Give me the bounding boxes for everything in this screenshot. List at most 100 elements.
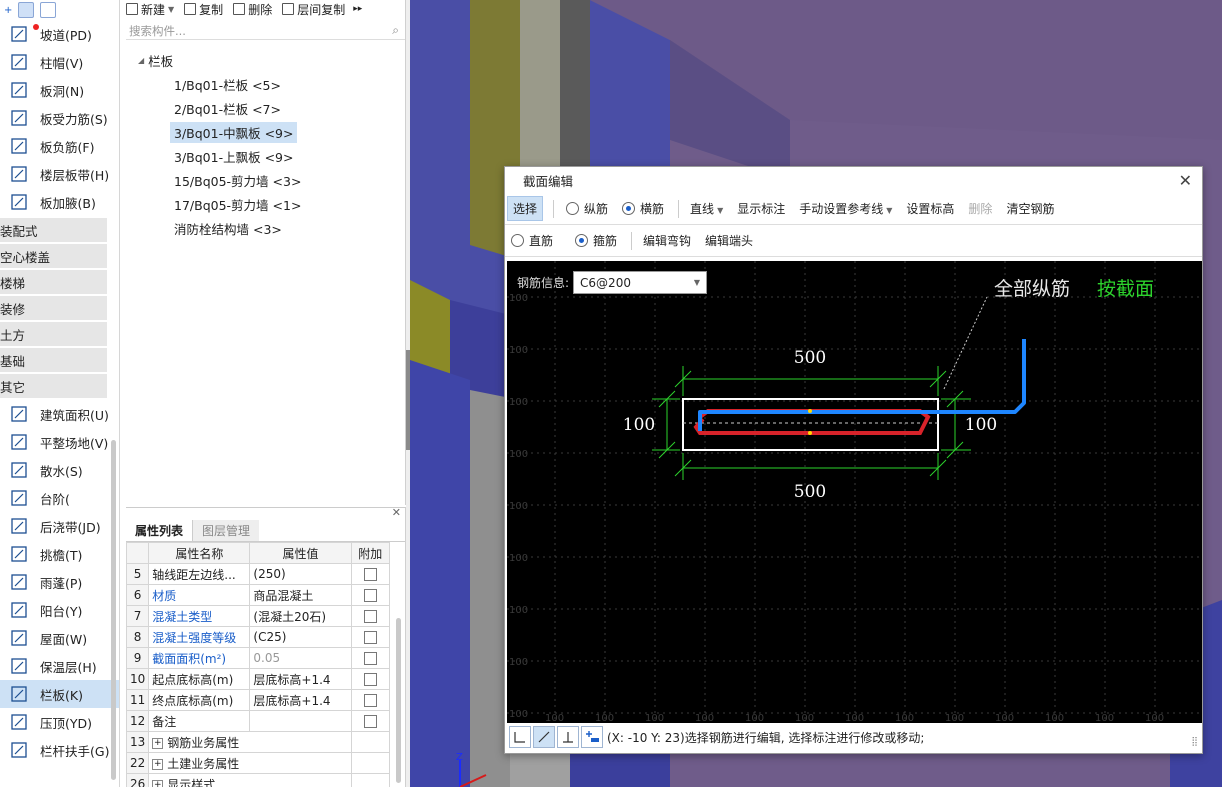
delete-button[interactable]: 删除 bbox=[233, 1, 272, 18]
sidebar-item[interactable]: 楼层板带(H) bbox=[0, 160, 119, 188]
component-search-input[interactable]: 搜索构件... ⌕ bbox=[126, 22, 405, 40]
table-row[interactable]: 9 截面面积(m²) 0.05 bbox=[125, 647, 391, 669]
rebar-point[interactable] bbox=[808, 409, 812, 413]
table-row[interactable]: 10 起点底标高(m) 层底标高+1.4 bbox=[125, 668, 391, 690]
stirrup-rebar[interactable] bbox=[693, 409, 931, 435]
perpendicular-icon[interactable] bbox=[557, 726, 579, 748]
tree-node[interactable]: 3/Bq01-上飘板 <9> bbox=[126, 144, 405, 168]
dim-text-bottom[interactable]: 500 bbox=[794, 482, 826, 502]
sidebar-category[interactable]: 土方 bbox=[0, 322, 107, 346]
tree-node[interactable]: 1/Bq01-栏板 <5> bbox=[126, 72, 405, 96]
properties-scrollbar[interactable] bbox=[396, 618, 401, 783]
dim-text-right[interactable]: 100 bbox=[965, 415, 997, 435]
sidebar-item[interactable]: 柱帽(V) bbox=[0, 48, 119, 76]
show-dimension-button[interactable]: 显示标注 bbox=[732, 197, 790, 220]
expand-icon[interactable]: + bbox=[152, 758, 164, 770]
longitudinal-radio[interactable]: 纵筋 bbox=[566, 200, 608, 217]
table-group-row[interactable]: 13 + 钢筋业务属性 bbox=[125, 731, 391, 753]
extra-checkbox[interactable] bbox=[363, 589, 377, 602]
expand-icon[interactable]: + bbox=[4, 5, 12, 16]
tree-node[interactable]: 消防栓结构墙 <3> bbox=[126, 216, 405, 240]
section-outline[interactable] bbox=[682, 398, 939, 451]
select-button[interactable]: 选择 bbox=[507, 196, 544, 221]
transverse-radio[interactable]: 横筋 bbox=[622, 200, 664, 217]
rebar-point[interactable] bbox=[808, 431, 812, 435]
property-value[interactable] bbox=[249, 710, 352, 732]
section-canvas[interactable]: 100 100 100 100 100 100 100 100 100 100 100 100 100 1… bbox=[507, 261, 1202, 723]
tree-root[interactable]: ◢ 栏板 bbox=[126, 48, 405, 72]
extra-checkbox[interactable] bbox=[363, 694, 377, 707]
dim-text-top[interactable]: 500 bbox=[794, 348, 826, 368]
stirrup-radio[interactable]: 箍筋 bbox=[575, 232, 617, 249]
reference-line-dropdown[interactable]: 手动设置参考线 ▼ bbox=[794, 197, 897, 220]
dialog-titlebar[interactable]: 截面编辑 ✕ bbox=[505, 167, 1202, 193]
extra-checkbox[interactable] bbox=[363, 673, 377, 686]
sidebar-item[interactable]: 保温层(H) bbox=[0, 652, 119, 680]
extra-checkbox[interactable] bbox=[363, 610, 377, 623]
sidebar-category[interactable]: 空心楼盖 bbox=[0, 244, 107, 268]
sidebar-item[interactable]: 后浇带(JD) bbox=[0, 512, 119, 540]
orthogonal-icon[interactable] bbox=[509, 726, 531, 748]
tree-node[interactable]: 15/Bq05-剪力墙 <3> bbox=[126, 168, 405, 192]
sidebar-item[interactable]: 阳台(Y) bbox=[0, 596, 119, 624]
table-row[interactable]: 11 终点底标高(m) 层底标高+1.4 bbox=[125, 689, 391, 711]
sidebar-item[interactable]: 板受力筋(S) bbox=[0, 104, 119, 132]
sidebar-category[interactable]: 其它 bbox=[0, 374, 107, 398]
all-longitudinal-label[interactable]: 全部纵筋 bbox=[994, 278, 1070, 300]
table-row[interactable]: 5 轴线距左边线... (250) bbox=[125, 563, 391, 585]
straight-bar-radio[interactable]: 直筋 bbox=[511, 232, 553, 249]
more-icon[interactable]: ▸▸ bbox=[353, 4, 362, 14]
sidebar-item[interactable]: 台阶( bbox=[0, 484, 119, 512]
table-row[interactable]: 6 材质 商品混凝土 bbox=[125, 584, 391, 606]
table-row[interactable]: 8 混凝土强度等级 (C25) bbox=[125, 626, 391, 648]
sidebar-item[interactable]: 屋面(W) bbox=[0, 624, 119, 652]
sidebar-category[interactable]: 装修 bbox=[0, 296, 107, 320]
sidebar-item[interactable]: 压顶(YD) bbox=[0, 708, 119, 736]
delete-button[interactable]: 删除 bbox=[963, 197, 997, 220]
list-view-icon[interactable] bbox=[18, 2, 35, 18]
sidebar-category[interactable]: 装配式 bbox=[0, 218, 107, 242]
table-group-row[interactable]: 22 + 土建业务属性 bbox=[125, 752, 391, 774]
tree-node[interactable]: 17/Bq05-剪力墙 <1> bbox=[126, 192, 405, 216]
sidebar-category[interactable]: 基础 bbox=[0, 348, 107, 372]
property-value[interactable]: 商品混凝土 bbox=[249, 584, 352, 606]
sidebar-item[interactable]: 雨蓬(P) bbox=[0, 568, 119, 596]
new-button[interactable]: 新建 ▼ bbox=[126, 1, 174, 18]
detail-view-icon[interactable] bbox=[40, 2, 57, 18]
add-point-icon[interactable] bbox=[581, 726, 603, 748]
tab-layer-management[interactable]: 图层管理 bbox=[193, 520, 260, 541]
table-row[interactable]: 7 混凝土类型 (混凝土20石) bbox=[125, 605, 391, 627]
tab-property-list[interactable]: 属性列表 bbox=[126, 520, 194, 541]
table-group-row[interactable]: 26 + 显示样式 bbox=[125, 773, 391, 787]
set-elevation-button[interactable]: 设置标高 bbox=[901, 197, 959, 220]
sidebar-item[interactable]: 坡道(PD) bbox=[0, 20, 119, 48]
sidebar-item[interactable]: 建筑面积(U) bbox=[0, 400, 119, 428]
property-value[interactable]: (混凝土20石) bbox=[249, 605, 352, 627]
sidebar-item[interactable]: 散水(S) bbox=[0, 456, 119, 484]
extra-checkbox[interactable] bbox=[363, 715, 377, 728]
sidebar-item[interactable]: 挑檐(T) bbox=[0, 540, 119, 568]
sidebar-scrollbar[interactable] bbox=[111, 440, 116, 780]
property-value[interactable]: 层底标高+1.4 bbox=[249, 689, 352, 711]
edit-end-button[interactable]: 编辑端头 bbox=[700, 229, 758, 252]
expand-icon[interactable]: + bbox=[152, 779, 164, 787]
property-value[interactable]: (250) bbox=[249, 563, 352, 585]
sidebar-item[interactable]: 板负筋(F) bbox=[0, 132, 119, 160]
extra-checkbox[interactable] bbox=[363, 631, 377, 644]
sidebar-item[interactable]: 栏杆扶手(G) bbox=[0, 736, 119, 764]
tree-node[interactable]: 2/Bq01-栏板 <7> bbox=[126, 96, 405, 120]
property-value[interactable]: (C25) bbox=[249, 626, 352, 648]
property-value[interactable]: 0.05 bbox=[249, 647, 352, 669]
by-section-label[interactable]: 按截面 bbox=[1097, 278, 1154, 300]
edit-hook-button[interactable]: 编辑弯钩 bbox=[638, 229, 696, 252]
extra-checkbox[interactable] bbox=[363, 652, 377, 665]
resize-grip-icon[interactable]: ⣿ bbox=[1191, 737, 1198, 747]
clear-rebar-button[interactable]: 清空钢筋 bbox=[1001, 197, 1059, 220]
tree-node[interactable]: 3/Bq01-中飘板 <9> bbox=[126, 120, 405, 144]
sidebar-item[interactable]: 栏板(K) bbox=[0, 680, 119, 708]
floor-copy-button[interactable]: 层间复制 bbox=[282, 1, 345, 18]
sidebar-item[interactable]: 板洞(N) bbox=[0, 76, 119, 104]
property-value[interactable]: 层底标高+1.4 bbox=[249, 668, 352, 690]
sidebar-category[interactable]: 楼梯 bbox=[0, 270, 107, 294]
line-dropdown[interactable]: 直线 ▼ bbox=[685, 197, 728, 220]
